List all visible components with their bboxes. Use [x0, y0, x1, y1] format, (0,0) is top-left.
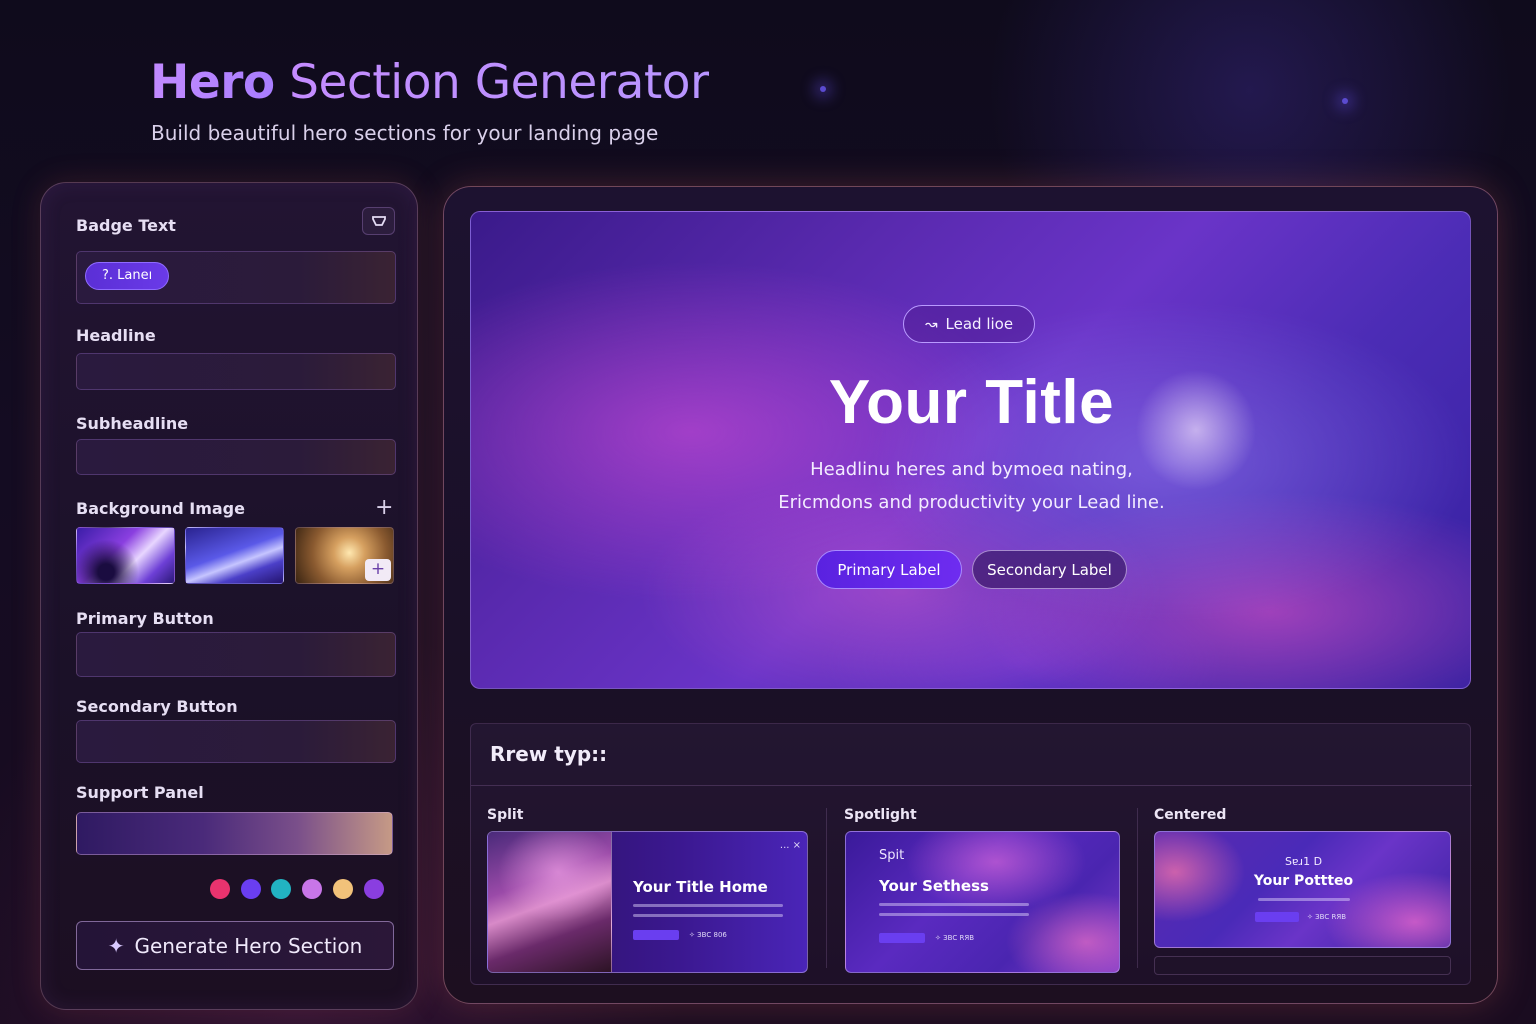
sparkle-icon: ✦: [107, 933, 125, 958]
layout-label-split: Split: [487, 807, 524, 823]
subheadline-input[interactable]: [76, 439, 396, 475]
hero-preview: ↝ Lead lioe Your Title Headlinu heres an…: [470, 211, 1471, 689]
primary-button-label: Primary Button: [76, 609, 214, 628]
badge-chip[interactable]: ?. Laneı: [85, 262, 170, 290]
divider: [1137, 808, 1138, 968]
page-title-rest: Section Generator: [289, 55, 709, 110]
centered-card-kicker: Sɐɹ1 D: [1284, 855, 1323, 868]
layout-card-split[interactable]: ... × Your Title Home ✧ ЗВС 806: [487, 831, 808, 973]
text-placeholder: [1258, 898, 1350, 901]
background-glow: [1342, 98, 1348, 104]
background-glow: [820, 86, 826, 92]
spotlight-card-kicker: Spit: [879, 848, 905, 863]
page-title-strong: Hero: [150, 55, 275, 110]
layout-types: Rrew typ:: Split ... × Your Title Home ✧…: [470, 723, 1472, 985]
hero-title: Your Title: [828, 368, 1115, 437]
lead-badge[interactable]: ↝ Lead lioe: [903, 305, 1035, 343]
generate-hero-button[interactable]: ✦ Generate Hero Section: [76, 921, 394, 970]
mini-link: ✧ ЗВС 806: [689, 931, 727, 939]
badge-text-label: Badge Text: [76, 216, 176, 235]
add-image-icon[interactable]: +: [365, 559, 391, 581]
secondary-button-label: Secondary Button: [76, 697, 238, 716]
text-placeholder: [879, 903, 1029, 906]
collapse-icon[interactable]: [362, 207, 395, 235]
preview-panel: ↝ Lead lioe Your Title Headlinu heres an…: [443, 186, 1498, 1004]
color-swatch-2[interactable]: [241, 879, 261, 899]
text-placeholder: [633, 904, 783, 907]
primary-button-input[interactable]: [76, 632, 396, 677]
layout-label-centered: Centered: [1154, 807, 1227, 823]
color-swatch-4[interactable]: [302, 879, 322, 899]
swirl-icon: ↝: [924, 315, 938, 333]
mini-link: ✧ ЗВС RЯВ: [935, 934, 975, 942]
add-background-button[interactable]: +: [375, 497, 393, 519]
layout-types-title: Rrew typ::: [490, 742, 608, 766]
subheadline-label: Subheadline: [76, 414, 189, 433]
color-swatch-6[interactable]: [364, 879, 384, 899]
generate-label: Generate Hero Section: [134, 933, 363, 958]
lead-badge-text: Lead lioe: [945, 315, 1014, 333]
layout-types-header: Rrew typ::: [471, 724, 1472, 786]
background-thumb-3[interactable]: +: [295, 527, 394, 584]
hero-secondary-button[interactable]: Secondary Label: [972, 550, 1127, 589]
settings-panel: Badge Text ?. Laneı Headline Subheadline…: [40, 182, 418, 1010]
mini-link: ✧ ЗВС RЯВ: [1307, 913, 1347, 921]
color-swatch-1[interactable]: [210, 879, 230, 899]
support-panel-label: Support Panel: [76, 783, 204, 802]
color-swatch-5[interactable]: [333, 879, 353, 899]
badge-text-field[interactable]: ?. Laneı: [76, 251, 396, 304]
background-image-label: Background Image: [76, 499, 245, 518]
card-menu-icon[interactable]: ... ×: [780, 840, 801, 851]
text-placeholder: [879, 913, 1029, 916]
layout-label-spotlight: Spotlight: [844, 807, 917, 823]
background-thumb-2[interactable]: [185, 527, 284, 584]
mini-primary-button: [879, 933, 925, 943]
split-card-title: Your Title Home: [633, 878, 768, 896]
layout-card-spotlight[interactable]: Spit Your Sethess ✧ ЗВС RЯВ: [845, 831, 1120, 973]
headline-input[interactable]: [76, 353, 396, 390]
text-placeholder: [633, 914, 783, 917]
divider: [826, 808, 827, 968]
support-panel-preview[interactable]: [76, 812, 393, 855]
split-card-image: [488, 832, 612, 972]
mini-primary-button: [633, 930, 679, 940]
background-thumb-1[interactable]: [76, 527, 175, 584]
hero-subline-1: Headlinu heres and bymoeɑ nating,: [810, 459, 1133, 480]
page-subtitle: Build beautiful hero sections for your l…: [151, 121, 659, 145]
layout-card-centered[interactable]: Sɐɹ1 D Your Pottteo ✧ ЗВС RЯВ: [1154, 831, 1451, 948]
secondary-button-input[interactable]: [76, 720, 396, 763]
mini-primary-button: [1255, 912, 1299, 922]
spotlight-card-title: Your Sethess: [879, 877, 989, 895]
centered-card-toolbar[interactable]: [1154, 956, 1451, 975]
page-title: Hero Section Generator: [150, 54, 709, 112]
hero-subline-2: Ericmdons and productivity your Lead lin…: [778, 492, 1165, 513]
color-swatch-3[interactable]: [271, 879, 291, 899]
centered-card-title: Your Pottteo: [1253, 873, 1354, 889]
hero-primary-button[interactable]: Primary Label: [816, 550, 962, 589]
headline-label: Headline: [76, 326, 156, 345]
